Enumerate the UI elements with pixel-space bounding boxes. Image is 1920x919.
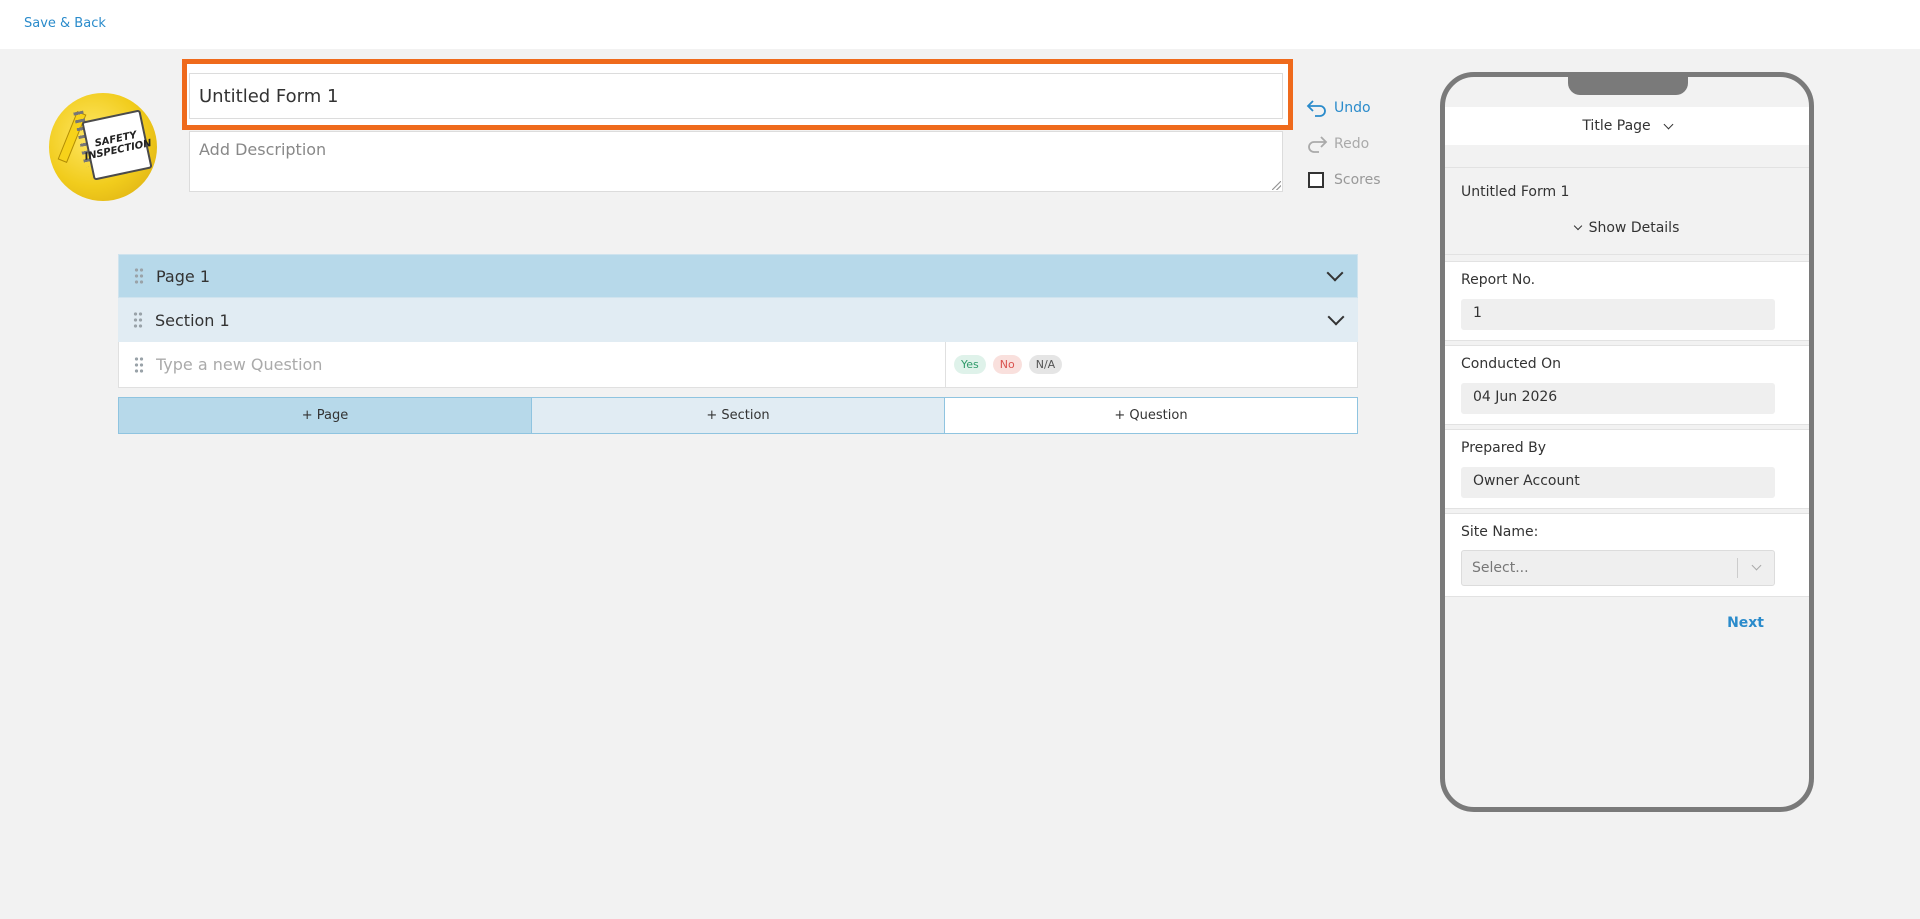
- response-set[interactable]: Yes No N/A: [945, 342, 1069, 387]
- show-details-label: Show Details: [1588, 220, 1680, 236]
- undo-button[interactable]: Undo: [1306, 90, 1381, 126]
- section-title[interactable]: Section 1: [155, 311, 230, 330]
- report-no-input[interactable]: 1: [1461, 299, 1775, 330]
- form-title-input[interactable]: [189, 73, 1283, 119]
- question-row[interactable]: Yes No N/A: [118, 342, 1358, 388]
- preview-page-label: Title Page: [1582, 118, 1651, 134]
- scores-label: Scores: [1334, 172, 1381, 188]
- response-no-badge: No: [992, 355, 1022, 374]
- editor-actions: Undo Redo Scores: [1306, 90, 1381, 198]
- field-conducted-on: Conducted On 04 Jun 2026: [1445, 345, 1809, 425]
- scores-checkbox[interactable]: [1308, 172, 1324, 188]
- preview-page-selector[interactable]: Title Page: [1445, 107, 1809, 145]
- prepared-by-input[interactable]: Owner Account: [1461, 467, 1775, 498]
- field-label: Report No.: [1461, 272, 1536, 288]
- field-site-name: Site Name: Select...: [1445, 513, 1809, 597]
- drag-handle-icon[interactable]: [133, 311, 143, 329]
- redo-label: Redo: [1334, 136, 1370, 152]
- preview-form-info: Untitled Form 1 Show Details: [1445, 167, 1809, 255]
- site-name-select[interactable]: Select...: [1461, 550, 1775, 586]
- drag-handle-icon[interactable]: [134, 267, 144, 285]
- form-logo-image[interactable]: SAFETY INSPECTION: [49, 93, 157, 201]
- chevron-down-icon: [1751, 560, 1762, 571]
- page-row[interactable]: Page 1: [118, 254, 1358, 298]
- top-bar: Save & Back: [0, 0, 1920, 49]
- chevron-down-icon: [1663, 119, 1674, 129]
- next-button[interactable]: Next: [1727, 615, 1764, 631]
- chevron-down-icon: [1573, 221, 1582, 231]
- resize-handle-icon[interactable]: [1272, 181, 1281, 190]
- undo-icon: [1306, 100, 1326, 117]
- chevron-down-icon[interactable]: [1327, 308, 1345, 326]
- undo-label: Undo: [1334, 100, 1371, 116]
- select-divider: [1737, 558, 1738, 578]
- save-back-link[interactable]: Save & Back: [24, 16, 106, 31]
- show-details-toggle[interactable]: Show Details: [1445, 220, 1809, 236]
- add-question-button[interactable]: + Question: [945, 398, 1357, 433]
- field-label: Conducted On: [1461, 356, 1562, 372]
- add-item-bar: + Page + Section + Question: [118, 397, 1358, 434]
- form-description-input[interactable]: [189, 131, 1283, 192]
- response-na-badge: N/A: [1028, 355, 1063, 374]
- scores-toggle[interactable]: Scores: [1306, 162, 1381, 198]
- logo-caption: SAFETY INSPECTION: [81, 109, 153, 181]
- chevron-down-icon[interactable]: [1326, 264, 1344, 282]
- conducted-on-input[interactable]: 04 Jun 2026: [1461, 383, 1775, 414]
- section-row[interactable]: Section 1: [118, 298, 1358, 342]
- drag-handle-icon[interactable]: [134, 355, 144, 374]
- field-label: Prepared By: [1461, 440, 1547, 456]
- redo-icon: [1308, 136, 1328, 153]
- field-report-no: Report No. 1: [1445, 261, 1809, 341]
- add-page-button[interactable]: + Page: [119, 398, 532, 433]
- field-prepared-by: Prepared By Owner Account: [1445, 429, 1809, 509]
- question-input[interactable]: [156, 355, 936, 374]
- add-section-button[interactable]: + Section: [532, 398, 945, 433]
- page-title[interactable]: Page 1: [156, 267, 210, 286]
- site-select-placeholder: Select...: [1472, 560, 1529, 576]
- field-label: Site Name:: [1461, 524, 1539, 540]
- phone-notch: [1568, 77, 1688, 95]
- mobile-preview: Title Page Untitled Form 1 Show Details …: [1440, 72, 1814, 812]
- response-yes-badge: Yes: [954, 355, 986, 374]
- form-builder: Page 1 Section 1 Yes No N/A: [118, 254, 1358, 388]
- redo-button[interactable]: Redo: [1306, 126, 1381, 162]
- preview-form-title: Untitled Form 1: [1461, 184, 1570, 200]
